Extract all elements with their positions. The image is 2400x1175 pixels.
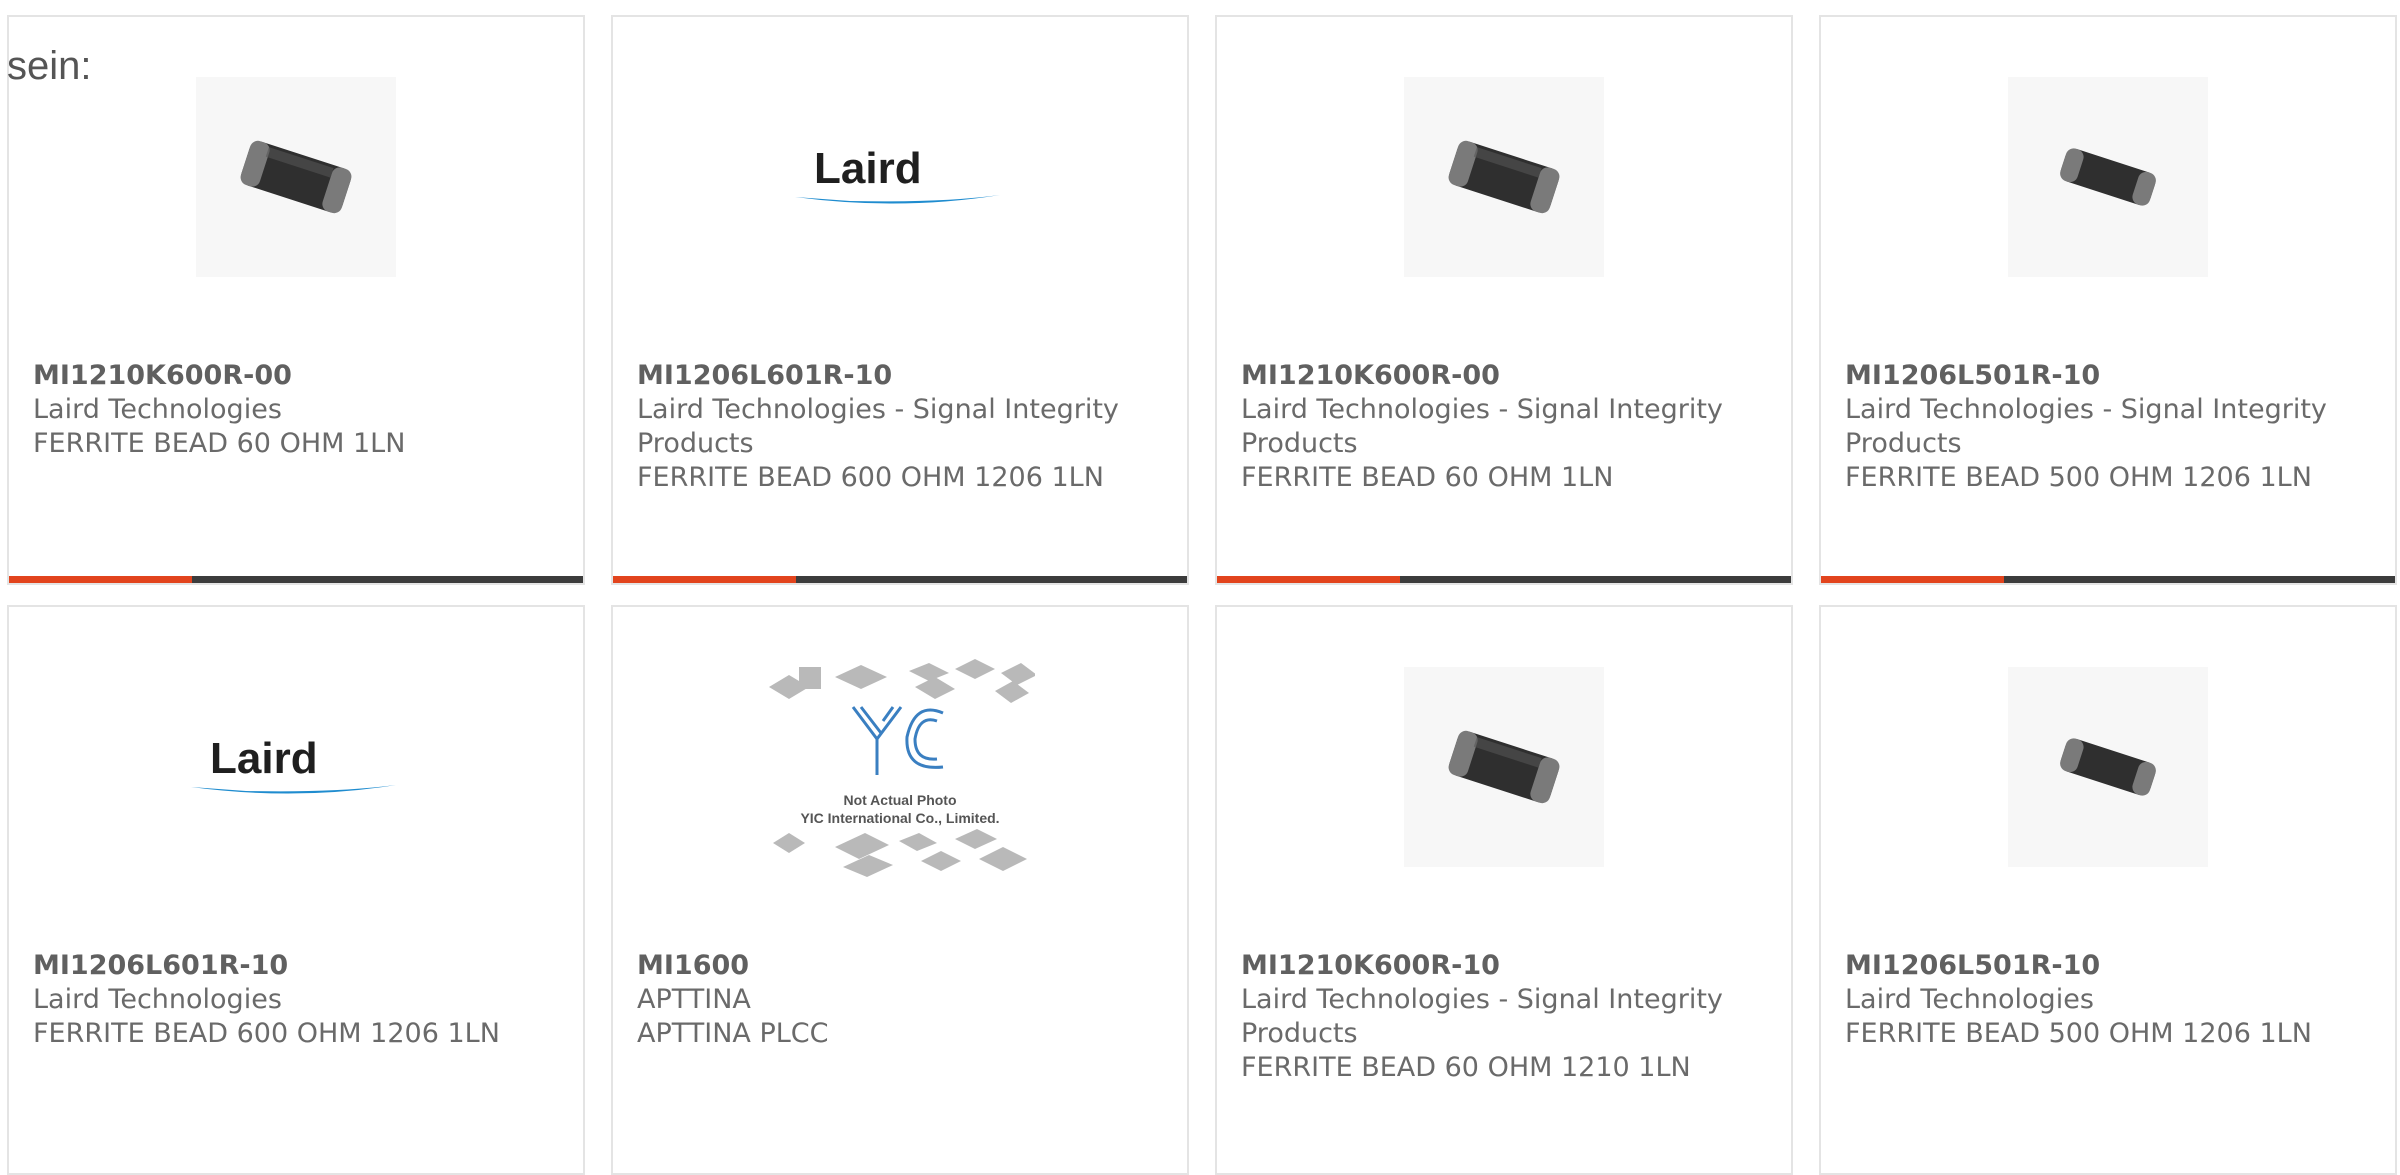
manufacturer: Laird Technologies - Signal Integrity Pr…	[637, 394, 1119, 459]
svg-text:Not Actual Photo: Not Actual Photo	[843, 792, 956, 808]
part-number-link[interactable]: MI1206L601R-10	[33, 949, 559, 983]
part-number-link[interactable]: MI1210K600R-00	[33, 359, 559, 393]
ferrite-chip-icon	[240, 140, 352, 214]
svg-text:Laird: Laird	[814, 144, 922, 193]
manufacturer: Laird Technologies	[1845, 984, 2094, 1015]
card-bar	[1217, 576, 1791, 583]
product-card[interactable]: Laird MI1206L601R-10 Laird Technologies …	[611, 15, 1189, 585]
svg-text:YIC International Co., Limited: YIC International Co., Limited.	[800, 810, 999, 826]
part-number-link[interactable]: MI1206L501R-10	[1845, 359, 2371, 393]
svg-text:Laird: Laird	[210, 734, 318, 783]
part-number-link[interactable]: MI1600	[637, 949, 1163, 983]
manufacturer: Laird Technologies - Signal Integrity Pr…	[1241, 984, 1723, 1049]
ferrite-chip-icon	[1448, 730, 1560, 804]
manufacturer: APTTINA	[637, 984, 751, 1015]
description: FERRITE BEAD 500 OHM 1206 1LN	[1845, 462, 2312, 493]
part-number-link[interactable]: MI1210K600R-00	[1241, 359, 1767, 393]
description: FERRITE BEAD 500 OHM 1206 1LN	[1845, 1018, 2312, 1049]
description: FERRITE BEAD 600 OHM 1206 1LN	[33, 1018, 500, 1049]
manufacturer: Laird Technologies	[33, 984, 282, 1015]
description: FERRITE BEAD 60 OHM 1LN	[1241, 462, 1614, 493]
product-image[interactable]	[1821, 667, 2395, 867]
ferrite-chip-icon	[2060, 148, 2156, 206]
product-card[interactable]: MI1206L501R-10 Laird Technologies FERRIT…	[1819, 605, 2397, 1175]
laird-logo: Laird	[795, 144, 1000, 204]
lead-text: sein:	[7, 44, 92, 88]
card-bar	[9, 576, 583, 583]
description: APTTINA PLCC	[637, 1018, 829, 1049]
product-image[interactable]	[1821, 77, 2395, 277]
product-card[interactable]: MI1210K600R-00 Laird Technologies FERRIT…	[7, 15, 585, 585]
product-card[interactable]: MI1206L501R-10 Laird Technologies - Sign…	[1819, 15, 2397, 585]
manufacturer: Laird Technologies	[33, 394, 282, 425]
product-image[interactable]: Not Actual Photo YIC International Co., …	[613, 659, 1187, 877]
manufacturer: Laird Technologies - Signal Integrity Pr…	[1241, 394, 1723, 459]
yic-placeholder-image: Not Actual Photo YIC International Co., …	[769, 659, 1035, 877]
part-number-link[interactable]: MI1206L501R-10	[1845, 949, 2371, 983]
description: FERRITE BEAD 600 OHM 1206 1LN	[637, 462, 1104, 493]
product-image[interactable]: Laird	[613, 77, 1187, 277]
ferrite-chip-icon	[1448, 140, 1560, 214]
ferrite-chip-icon	[2060, 738, 2156, 796]
product-image[interactable]	[9, 77, 583, 277]
product-image[interactable]: Laird	[9, 667, 583, 867]
laird-logo: Laird	[191, 734, 396, 794]
product-card[interactable]: MI1210K600R-00 Laird Technologies - Sign…	[1215, 15, 1793, 585]
part-number-link[interactable]: MI1206L601R-10	[637, 359, 1163, 393]
part-number-link[interactable]: MI1210K600R-10	[1241, 949, 1767, 983]
product-card[interactable]: Not Actual Photo YIC International Co., …	[611, 605, 1189, 1175]
description: FERRITE BEAD 60 OHM 1LN	[33, 428, 406, 459]
product-card[interactable]: Laird MI1206L601R-10 Laird Technologies …	[7, 605, 585, 1175]
card-bar	[1821, 576, 2395, 583]
product-card[interactable]: MI1210K600R-10 Laird Technologies - Sign…	[1215, 605, 1793, 1175]
card-bar	[613, 576, 1187, 583]
product-image[interactable]	[1217, 77, 1791, 277]
description: FERRITE BEAD 60 OHM 1210 1LN	[1241, 1052, 1691, 1083]
manufacturer: Laird Technologies - Signal Integrity Pr…	[1845, 394, 2327, 459]
product-image[interactable]	[1217, 667, 1791, 867]
